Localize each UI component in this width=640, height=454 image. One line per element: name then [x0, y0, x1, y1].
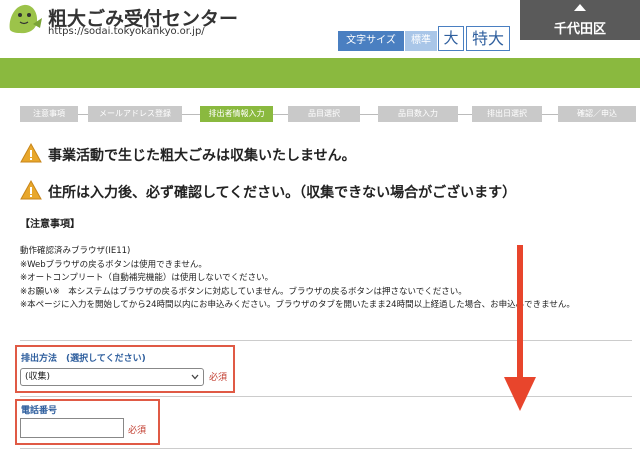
note-line: ※お願い※ 本システムはブラウザの戻るボタンに対応していません。ブラウザの戻るボ…	[20, 286, 467, 297]
notes-list: 動作確認済みブラウザ(IE11) ※Webブラウザの戻るボタンは使用できません。…	[20, 245, 632, 313]
site-url: https://sodai.tokyokankyo.or.jp/	[48, 26, 205, 37]
step-connector	[458, 114, 472, 115]
warning-business-waste: 事業活動で生じた粗大ごみは収集いたしません。	[20, 143, 356, 165]
step-item-select: 品目選択	[288, 106, 360, 122]
warning-text: 住所は入力後、必ず確認してください。（収集できない場合がございます）	[48, 185, 517, 201]
warning-text: 事業活動で生じた粗大ごみは収集いたしません。	[48, 148, 356, 164]
method-label: 排出方法 (選択してください)	[21, 354, 146, 364]
divider	[20, 340, 632, 341]
phone-input[interactable]	[20, 418, 124, 438]
method-select[interactable]: (収集)	[20, 368, 204, 386]
step-date-select: 排出日選択	[472, 106, 542, 122]
nav-band	[0, 58, 640, 88]
notes-heading: 【注意事項】	[20, 219, 80, 230]
chevron-down-icon	[191, 374, 199, 380]
step-connector	[78, 114, 88, 115]
required-badge: 必須	[209, 373, 228, 383]
step-email: メールアドレス登録	[88, 106, 182, 122]
warning-address-check: 住所は入力後、必ず確認してください。（収集できない場合がございます）	[20, 180, 516, 202]
step-connector	[542, 114, 558, 115]
progress-steps: 注意事項 メールアドレス登録 排出者情報入力 品目選択 品目数入力 排出日選択 …	[20, 106, 640, 122]
note-line: ※オートコンプリート（自動補完機能）は使用しないでください。	[20, 273, 274, 283]
note-line: ※Webブラウザの戻るボタンは使用できません。	[20, 259, 207, 270]
step-connector	[182, 114, 200, 115]
method-select-value: (収集)	[25, 372, 51, 382]
divider	[20, 448, 632, 449]
font-size-large-button[interactable]: 大	[438, 26, 464, 51]
step-item-quantity: 品目数入力	[378, 106, 458, 122]
step-connector	[360, 114, 378, 115]
phone-label: 電話番号	[21, 406, 58, 416]
caret-up-icon	[574, 4, 586, 11]
ward-selector[interactable]: 千代田区	[520, 0, 640, 40]
scroll-down-arrow-icon	[504, 245, 536, 411]
step-notes: 注意事項	[20, 106, 78, 122]
step-confirm: 確認／申込	[558, 106, 636, 122]
font-size-normal-button[interactable]: 標準	[405, 31, 437, 51]
divider	[20, 396, 632, 397]
header: 粗大ごみ受付センター https://sodai.tokyokankyo.or.…	[0, 0, 640, 58]
warning-icon	[20, 143, 42, 163]
note-line: ※本ページに入力を開始してから24時間以内にお申込みください。ブラウザのタブを開…	[20, 300, 575, 310]
ward-name: 千代田区	[553, 22, 606, 37]
font-size-xlarge-button[interactable]: 特大	[466, 26, 510, 51]
warning-icon	[20, 180, 42, 200]
step-requester-info: 排出者情報入力	[200, 106, 273, 122]
note-line: 動作確認済みブラウザ(IE11)	[20, 246, 131, 256]
step-connector	[273, 114, 288, 115]
font-size-label: 文字サイズ	[338, 31, 404, 51]
required-badge: 必須	[128, 426, 147, 436]
logo-mascot-icon	[9, 4, 42, 34]
